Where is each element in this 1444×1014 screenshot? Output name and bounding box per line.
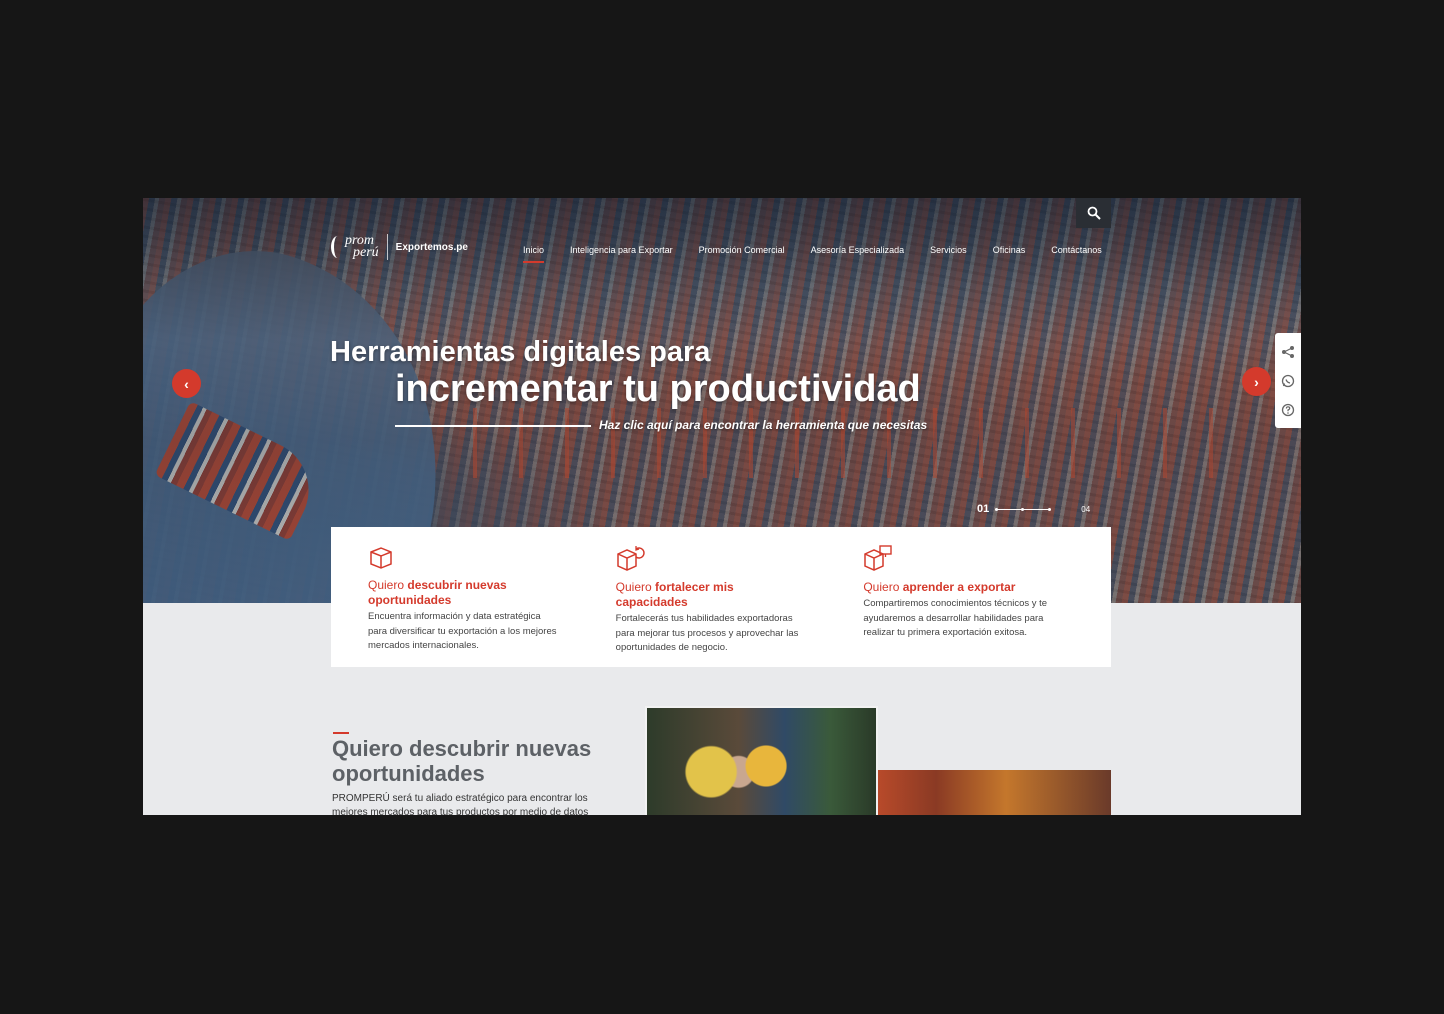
slide-total: 04 xyxy=(1081,504,1091,514)
card-description: Encuentra información y data estratégica… xyxy=(368,611,557,651)
nav-item-contactanos[interactable]: Contáctanos xyxy=(1051,245,1102,255)
nav-item-promocion[interactable]: Promoción Comercial xyxy=(699,245,785,255)
site-name: Exportemos.pe xyxy=(395,241,468,253)
card-title: Quiero fortalecer mis capacidades xyxy=(615,580,734,609)
help-icon[interactable] xyxy=(1281,403,1295,417)
section-accent-line xyxy=(333,732,349,734)
whatsapp-icon[interactable] xyxy=(1281,374,1295,388)
slider-prev-button[interactable]: ‹ xyxy=(172,369,201,398)
section-descubrir: Quiero descubrir nuevas oportunidades PR… xyxy=(143,696,1301,815)
hero-title-line1: Herramientas digitales para xyxy=(330,336,711,368)
promperu-mark-icon xyxy=(329,234,343,260)
nav-item-inteligencia[interactable]: Inteligencia para Exportar xyxy=(570,245,673,255)
search-icon xyxy=(1087,206,1101,220)
hero-cta-link[interactable]: Haz clic aquí para encontrar la herramie… xyxy=(599,418,927,432)
nav-item-servicios[interactable]: Servicios xyxy=(930,245,967,255)
intent-cards: Quiero descubrir nuevas oportunidades En… xyxy=(331,527,1111,667)
section-description: PROMPERÚ será tu aliado estratégico para… xyxy=(332,793,589,815)
logo-text-bottom: perú xyxy=(353,245,379,260)
nav-item-oficinas[interactable]: Oficinas xyxy=(993,245,1026,255)
slider-track xyxy=(995,507,1052,511)
logo-divider xyxy=(386,234,388,260)
card-aprender[interactable]: Quiero aprender a exportar Compartiremos… xyxy=(863,545,1111,667)
card-descubrir[interactable]: Quiero descubrir nuevas oportunidades En… xyxy=(368,545,616,667)
hero-underline xyxy=(395,425,591,427)
browser-viewport: prom perú Exportemos.pe Inicio Inteligen… xyxy=(143,198,1301,815)
hero-title-line2: incrementar tu productividad xyxy=(395,368,921,410)
card-fortalecer[interactable]: Quiero fortalecer mis capacidades Fortal… xyxy=(616,545,864,667)
section-title: Quiero descubrir nuevas oportunidades xyxy=(332,736,592,786)
nav-item-asesoria[interactable]: Asesoría Especializada xyxy=(811,245,905,255)
worker-photo xyxy=(878,770,1111,815)
chevron-left-icon: ‹ xyxy=(184,375,189,392)
box-screen-icon xyxy=(864,545,893,571)
box-refresh-icon xyxy=(616,546,645,571)
nav-item-inicio[interactable]: Inicio xyxy=(523,245,545,263)
promperu-logo[interactable]: prom perú Exportemos.pe xyxy=(329,234,468,260)
card-title: Quiero aprender a exportar xyxy=(863,580,1016,594)
slider-next-button[interactable]: › xyxy=(1242,367,1271,396)
cacao-photo xyxy=(645,706,878,815)
search-button[interactable] xyxy=(1076,198,1111,228)
card-title: Quiero descubrir nuevas oportunidades xyxy=(368,578,507,607)
chevron-right-icon: › xyxy=(1254,373,1259,390)
share-sidebar xyxy=(1275,333,1301,428)
slide-current: 01 xyxy=(977,503,990,515)
share-icon[interactable] xyxy=(1281,345,1295,359)
slider-pagination[interactable]: 01 04 xyxy=(977,503,1090,515)
card-description: Compartiremos conocimientos técnicos y t… xyxy=(863,598,1048,638)
box-icon xyxy=(370,547,392,569)
card-description: Fortalecerás tus habilidades exportadora… xyxy=(615,613,799,653)
main-nav: Inicio Inteligencia para Exportar Promoc… xyxy=(523,245,1102,263)
